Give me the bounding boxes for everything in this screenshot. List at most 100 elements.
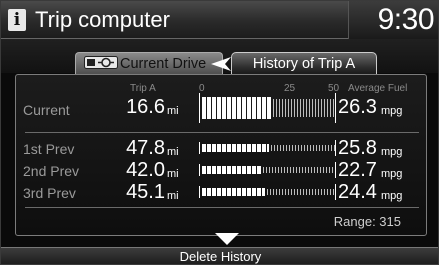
fuel-bar-empty-tick (273, 99, 274, 117)
fuel-bar-empty-tick (330, 99, 331, 117)
tab-history-trip-a[interactable]: History of Trip A (231, 52, 377, 74)
fuel-bar-segment (247, 144, 251, 152)
fuel-bar-empty-tick (304, 145, 305, 151)
fuel-bar-empty-tick (312, 99, 313, 117)
col-head-fuel: Average Fuel (348, 83, 408, 94)
fuel-bar-segment (237, 188, 241, 196)
divider-top (25, 132, 419, 133)
fuel-bar-3rd-prev (199, 184, 336, 200)
fuel-bar-segment (257, 188, 261, 196)
fuel-bar-segment (202, 188, 206, 196)
fuel-bar-segment (232, 144, 236, 152)
delete-history-label: Delete History (179, 249, 262, 264)
fuel-bar-segment (227, 97, 231, 119)
clock: 9:30 (377, 3, 435, 36)
header-bar: i Trip computer 9:30 (1, 1, 438, 39)
fuel-bar-segment (222, 166, 226, 174)
fuel-bar-empty-tick (276, 99, 277, 117)
fuel-bar-empty-tick (282, 189, 283, 195)
fuel-bar-empty-tick (303, 189, 304, 195)
info-icon: i (8, 9, 26, 31)
fuel-bar-segment (252, 97, 256, 119)
fuel-bar-end-marker (335, 184, 336, 200)
fuel-unit-1st-prev: mpg (381, 146, 403, 158)
fuel-bar-empty-tick (331, 145, 332, 151)
fuel-bar-empty-tick (333, 99, 334, 117)
fuel-bar-empty-tick (292, 145, 293, 151)
fuel-bar-empty-tick (326, 167, 327, 173)
fuel-bar-empty-tick (319, 145, 320, 151)
fuel-bar-empty-tick (318, 99, 319, 117)
fuel-bar-empty-tick (290, 167, 291, 173)
fuel-bar-empty-tick (291, 189, 292, 195)
fuel-bar-empty-tick (267, 189, 268, 195)
tab-current-drive-label: Current Drive (120, 56, 207, 72)
fuel-bar-empty-tick (324, 189, 325, 195)
fuel-bar-segment (257, 97, 261, 119)
fuel-bar-segment (212, 188, 216, 196)
fuel-bar-empty-tick (315, 99, 316, 117)
bar-start-tick (199, 142, 200, 154)
fuel-bar-empty-tick (280, 145, 281, 151)
fuel-bar-segment (237, 144, 241, 152)
fuel-bar-segment (217, 188, 221, 196)
fuel-bar-empty-tick (329, 167, 330, 173)
clock-box: 9:30 (348, 1, 438, 39)
fuel-bar-segment (247, 97, 251, 119)
fuel-bar-segment (222, 144, 226, 152)
fuel-bar-segment (202, 144, 206, 152)
fuel-bar-empty-tick (306, 99, 307, 117)
fuel-bar-empty-tick (306, 189, 307, 195)
fuel-bar-empty-tick (312, 189, 313, 195)
fuel-bar-empty-tick (276, 189, 277, 195)
row-label-1st-prev: 1st Prev (23, 141, 75, 157)
row-label-3rd-prev: 3rd Prev (23, 185, 76, 201)
fuel-bar-segment (227, 188, 231, 196)
fuel-bar-empty-tick (288, 189, 289, 195)
distance-unit-current: mi (167, 105, 179, 117)
fuel-bar-1st-prev (199, 140, 336, 156)
bar-start-tick (199, 93, 200, 123)
scroll-down-arrow-icon[interactable] (215, 233, 239, 245)
fuel-bar-empty-tick (294, 99, 295, 117)
fuel-bar-segment (212, 97, 216, 119)
fuel-bar-empty-tick (311, 167, 312, 173)
fuel-bar-empty-tick (309, 99, 310, 117)
tab-current-drive[interactable]: Current Drive (75, 52, 223, 74)
fuel-bar-empty-tick (321, 189, 322, 195)
fuel-bar-empty-tick (302, 167, 303, 173)
fuel-bar-empty-tick (285, 99, 286, 117)
fuel-bar-empty-tick (327, 189, 328, 195)
fuel-bar-2nd-prev (199, 162, 336, 178)
fuel-bar-segment (232, 188, 236, 196)
fuel-bar-empty-tick (293, 167, 294, 173)
fuel-bar-empty-tick (298, 145, 299, 151)
fuel-bar-segment (267, 144, 269, 152)
distance-1st-prev: 47.8 (126, 137, 165, 159)
fuel-bar-empty-tick (314, 167, 315, 173)
fuel-bar-current (199, 93, 336, 123)
fuel-bar-empty-tick (332, 167, 333, 173)
fuel-bar-empty-tick (313, 145, 314, 151)
fuel-bar-empty-tick (286, 145, 287, 151)
fuel-bar-segment (242, 188, 246, 196)
fuel-bar-segment (257, 166, 261, 174)
fuel-bar-empty-tick (315, 189, 316, 195)
fuel-bar-empty-tick (305, 167, 306, 173)
distance-3rd-prev: 45.1 (126, 181, 165, 203)
fuel-bar-empty-tick (300, 189, 301, 195)
car-steering-icon (84, 56, 118, 69)
fuel-bar-empty-tick (273, 189, 274, 195)
fuel-bar-empty-tick (324, 99, 325, 117)
fuel-bar-segment (252, 188, 256, 196)
fuel-bar-empty-tick (297, 189, 298, 195)
fuel-bar-empty-tick (303, 99, 304, 117)
fuel-bar-empty-tick (327, 99, 328, 117)
delete-history-button[interactable]: Delete History (1, 247, 438, 264)
fuel-bar-empty-tick (308, 167, 309, 173)
fuel-bar-segment (262, 97, 266, 119)
fuel-bar-empty-tick (294, 189, 295, 195)
fuel-bar-segment (262, 144, 266, 152)
fuel-bar-segment (202, 166, 206, 174)
fuel-bar-segment (227, 166, 231, 174)
